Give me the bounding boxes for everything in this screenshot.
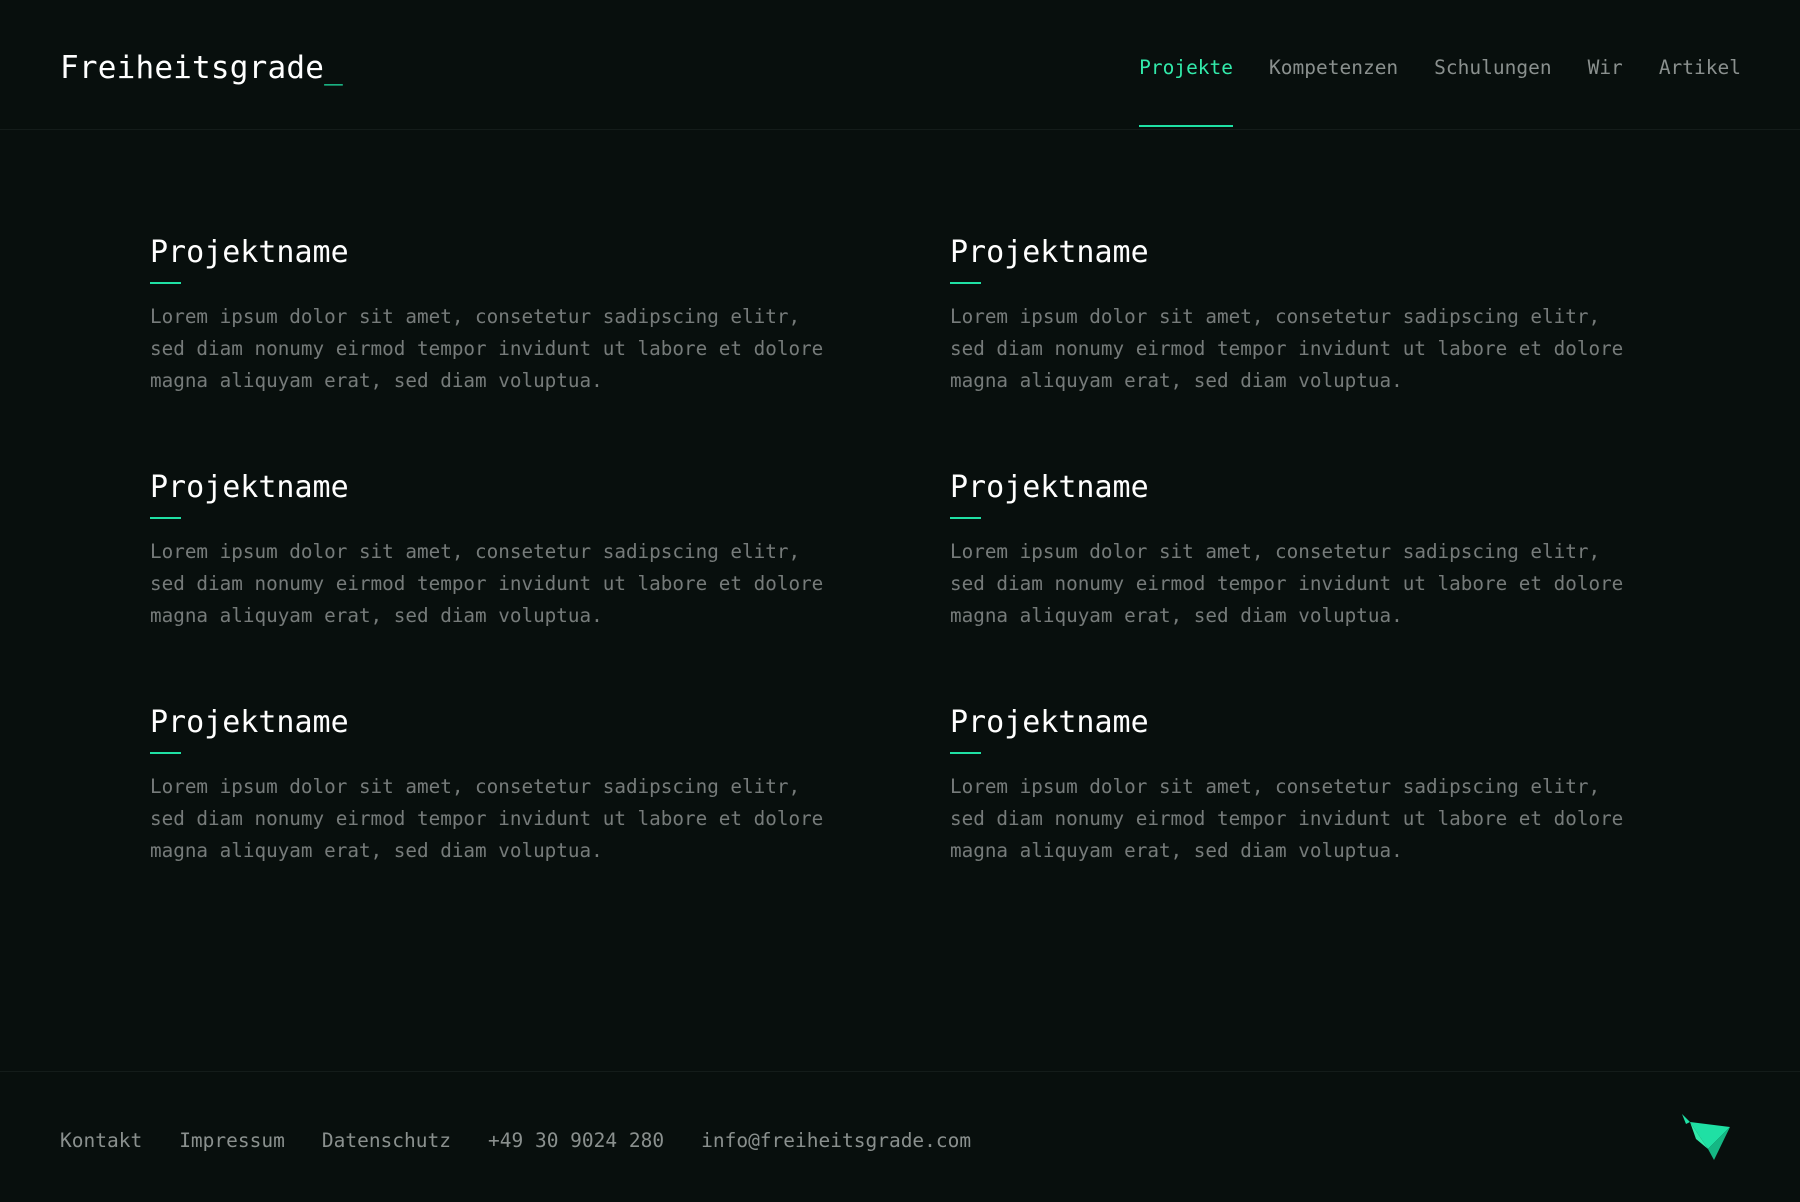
project-title: Projektname [150, 235, 349, 270]
site-footer: Kontakt Impressum Datenschutz +49 30 902… [0, 1071, 1800, 1202]
footer-email-link[interactable]: info@freiheitsgrade.com [701, 1126, 971, 1156]
nav-item-projekte[interactable]: Projekte [1139, 54, 1233, 127]
project-card[interactable]: Projektname Lorem ipsum dolor sit amet, … [950, 702, 1650, 870]
title-underline [150, 752, 181, 754]
project-description: Lorem ipsum dolor sit amet, consetetur s… [150, 305, 824, 392]
nav-item-schulungen[interactable]: Schulungen [1434, 54, 1551, 82]
project-card[interactable]: Projektname Lorem ipsum dolor sit amet, … [950, 467, 1650, 635]
nav-item-kompetenzen[interactable]: Kompetenzen [1269, 54, 1398, 82]
project-title: Projektname [950, 470, 1149, 505]
footer-link-kontakt[interactable]: Kontakt [60, 1126, 142, 1156]
main-nav: Projekte Kompetenzen Schulungen Wir Arti… [1139, 54, 1741, 127]
project-card[interactable]: Projektname Lorem ipsum dolor sit amet, … [150, 702, 950, 870]
title-underline [950, 517, 981, 519]
project-card[interactable]: Projektname Lorem ipsum dolor sit amet, … [150, 467, 950, 635]
project-description: Lorem ipsum dolor sit amet, consetetur s… [950, 775, 1624, 862]
project-description: Lorem ipsum dolor sit amet, consetetur s… [150, 775, 824, 862]
title-underline [950, 752, 981, 754]
title-underline [150, 282, 181, 284]
project-title: Projektname [950, 235, 1149, 270]
project-title: Projektname [150, 470, 349, 505]
project-description: Lorem ipsum dolor sit amet, consetetur s… [150, 540, 824, 627]
footer-link-datenschutz[interactable]: Datenschutz [322, 1126, 451, 1156]
footer-link-impressum[interactable]: Impressum [179, 1126, 285, 1156]
title-underline [150, 517, 181, 519]
project-title: Projektname [950, 705, 1149, 740]
project-card[interactable]: Projektname Lorem ipsum dolor sit amet, … [150, 232, 950, 400]
logo-text: Freiheitsgrade [60, 50, 325, 86]
title-underline [950, 282, 981, 284]
project-grid: Projektname Lorem ipsum dolor sit amet, … [150, 232, 1650, 870]
project-description: Lorem ipsum dolor sit amet, consetetur s… [950, 540, 1624, 627]
project-card[interactable]: Projektname Lorem ipsum dolor sit amet, … [950, 232, 1650, 400]
nav-item-wir[interactable]: Wir [1588, 54, 1623, 82]
nav-item-artikel[interactable]: Artikel [1659, 54, 1741, 82]
origami-bird-icon[interactable] [1682, 1112, 1734, 1164]
footer-phone-link[interactable]: +49 30 9024 280 [488, 1126, 664, 1156]
site-header: Freiheitsgrade_ Projekte Kompetenzen Sch… [0, 0, 1800, 130]
footer-links: Kontakt Impressum Datenschutz +49 30 902… [60, 1126, 971, 1156]
project-description: Lorem ipsum dolor sit amet, consetetur s… [950, 305, 1624, 392]
logo-cursor: _ [324, 50, 343, 86]
project-title: Projektname [150, 705, 349, 740]
site-logo[interactable]: Freiheitsgrade_ [60, 48, 343, 88]
